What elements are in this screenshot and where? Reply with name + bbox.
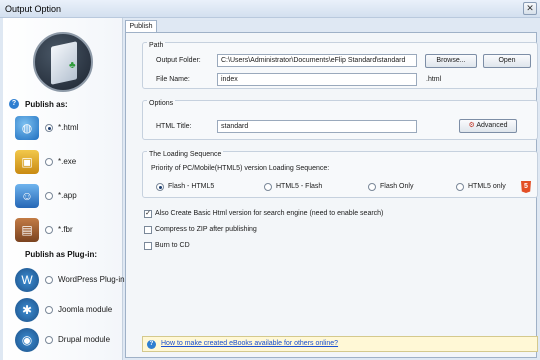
zip-label: Compress to ZIP after publishing bbox=[155, 226, 257, 233]
format-radio-app[interactable] bbox=[45, 192, 53, 200]
plugin-radio-drupal[interactable] bbox=[45, 336, 53, 344]
plugin-label-wordpress: WordPress Plug-in bbox=[58, 275, 125, 284]
plugin-option-joomla[interactable]: ✱ Joomla module bbox=[15, 298, 123, 324]
format-option-exe[interactable]: ▣ *.exe bbox=[15, 150, 123, 176]
output-folder-field[interactable]: C:\Users\Administrator\Documents\eFlip S… bbox=[217, 54, 417, 67]
html5-icon: 5 bbox=[521, 181, 531, 193]
html-title-field[interactable]: standard bbox=[217, 120, 417, 133]
format-radio-html[interactable] bbox=[45, 124, 53, 132]
window-title: Output Option bbox=[5, 4, 62, 14]
title-bar: Output Option ✕ bbox=[0, 0, 540, 18]
plugin-radio-joomla[interactable] bbox=[45, 306, 53, 314]
loading-priority-label: Priority of PC/Mobile(HTML5) version Loa… bbox=[151, 165, 330, 172]
app-logo: ♣ bbox=[33, 32, 93, 92]
advanced-button-label: Advanced bbox=[476, 122, 508, 129]
plugin-radio-wordpress[interactable] bbox=[45, 276, 53, 284]
format-option-html[interactable]: ◍ *.html bbox=[15, 116, 123, 142]
format-label-app: *.app bbox=[58, 191, 77, 200]
format-label-exe: *.exe bbox=[58, 157, 77, 166]
loading-radio-flash-only[interactable] bbox=[368, 183, 376, 191]
file-name-label: File Name: bbox=[156, 76, 190, 83]
book-icon: ▤ bbox=[15, 218, 39, 242]
loading-radio-flash-html5[interactable] bbox=[156, 183, 164, 191]
file-extension: .html bbox=[426, 76, 442, 83]
loading-label-html5-only: HTML5 only bbox=[468, 183, 506, 190]
format-label-fbr: *.fbr bbox=[58, 225, 73, 234]
format-option-fbr[interactable]: ▤ *.fbr bbox=[15, 218, 123, 244]
format-option-app[interactable]: ☺ *.app bbox=[15, 184, 123, 210]
format-radio-fbr[interactable] bbox=[45, 226, 53, 234]
sidebar: ♣ ? Publish as: ◍ *.html ▣ *.exe ☺ *.app… bbox=[3, 18, 125, 360]
options-group-title: Options bbox=[147, 100, 176, 107]
search-engine-label: Also Create Basic Html version for searc… bbox=[155, 210, 384, 217]
settings-icon: ⚙ bbox=[468, 122, 475, 129]
question-icon: ? bbox=[147, 340, 156, 349]
joomla-icon: ✱ bbox=[15, 298, 39, 322]
leaf-icon: ♣ bbox=[69, 60, 76, 71]
path-group-title: Path bbox=[147, 42, 166, 49]
plugin-label: Publish as Plug-in: bbox=[25, 250, 98, 259]
plugin-option-wordpress[interactable]: W WordPress Plug-in bbox=[15, 268, 125, 294]
loading-radio-html5-only[interactable] bbox=[456, 183, 464, 191]
format-radio-exe[interactable] bbox=[45, 158, 53, 166]
file-name-field[interactable]: index bbox=[217, 73, 417, 86]
zip-checkbox[interactable] bbox=[144, 226, 152, 234]
help-icon[interactable]: ? bbox=[9, 99, 19, 109]
wordpress-icon: W bbox=[15, 268, 39, 292]
mac-finder-icon: ☺ bbox=[15, 184, 39, 208]
drupal-icon: ◉ bbox=[15, 328, 39, 352]
loading-label-html5-flash: HTML5 - Flash bbox=[276, 183, 323, 190]
loading-label-flash-only: Flash Only bbox=[380, 183, 414, 190]
advanced-button[interactable]: ⚙ Advanced bbox=[459, 119, 517, 133]
format-label-html: *.html bbox=[58, 123, 79, 132]
plugin-option-drupal[interactable]: ◉ Drupal module bbox=[15, 328, 123, 354]
path-group: Path Output Folder: C:\Users\Administrat… bbox=[142, 42, 538, 89]
plugin-label-joomla: Joomla module bbox=[58, 305, 113, 314]
help-link-bar: ? How to make created eBooks available f… bbox=[142, 336, 538, 352]
loading-label-flash-html5: Flash - HTML5 bbox=[168, 183, 215, 190]
close-button[interactable]: ✕ bbox=[523, 2, 537, 15]
options-group: Options HTML Title: standard ⚙ Advanced bbox=[142, 100, 538, 140]
plugin-label-drupal: Drupal module bbox=[58, 335, 111, 344]
globe-icon: ◍ bbox=[15, 116, 39, 140]
burn-cd-checkbox[interactable] bbox=[144, 242, 152, 250]
loading-sequence-group: The Loading Sequence Priority of PC/Mobi… bbox=[142, 151, 538, 198]
burn-cd-label: Burn to CD bbox=[155, 242, 190, 249]
output-folder-label: Output Folder: bbox=[156, 57, 201, 64]
lock-icon: ▣ bbox=[15, 150, 39, 174]
browse-button[interactable]: Browse... bbox=[425, 54, 477, 68]
search-engine-checkbox[interactable]: ✓ bbox=[144, 210, 152, 218]
loading-radio-html5-flash[interactable] bbox=[264, 183, 272, 191]
publish-as-label: Publish as: bbox=[25, 100, 68, 109]
html-title-label: HTML Title: bbox=[156, 123, 192, 130]
help-link[interactable]: How to make created eBooks available for… bbox=[161, 340, 338, 347]
open-button[interactable]: Open bbox=[483, 54, 531, 68]
loading-sequence-title: The Loading Sequence bbox=[147, 151, 224, 158]
